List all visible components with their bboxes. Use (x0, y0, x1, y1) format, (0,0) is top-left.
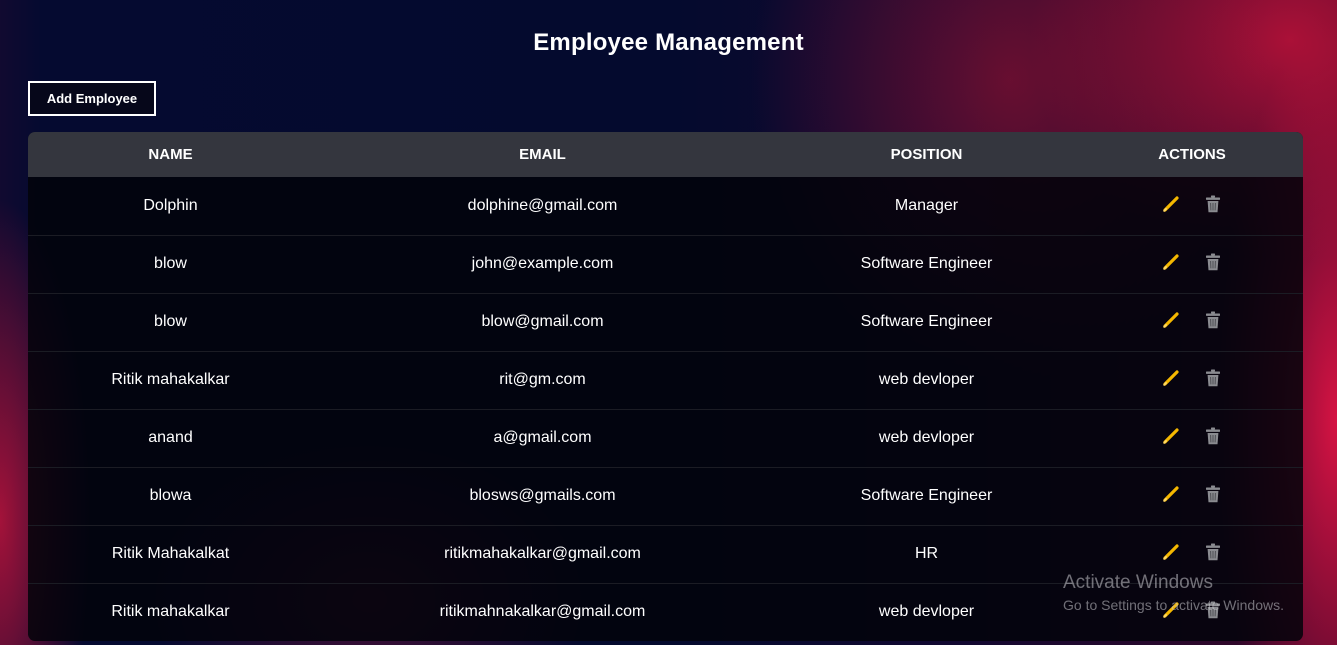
trash-icon[interactable] (1203, 252, 1223, 272)
table-header-row: NAME EMAIL POSITION ACTIONS (28, 132, 1303, 177)
pencil-icon[interactable] (1161, 252, 1181, 272)
table-header: NAME EMAIL POSITION ACTIONS (28, 132, 1303, 177)
cell-actions (1081, 293, 1303, 351)
pencil-icon[interactable] (1161, 310, 1181, 330)
table-body: Dolphin dolphine@gmail.com Manager blow john… (28, 177, 1303, 641)
table-row: blow blow@gmail.com Software Engineer (28, 293, 1303, 351)
cell-name: Ritik Mahakalkat (111, 545, 230, 562)
trash-icon[interactable] (1203, 426, 1223, 446)
pencil-icon[interactable] (1161, 484, 1181, 504)
row-actions (1161, 426, 1223, 446)
cell-position: Software Engineer (860, 487, 993, 504)
cell-actions (1081, 177, 1303, 235)
table-row: blowa blosws@gmails.com Software Engineer (28, 467, 1303, 525)
column-header-email: EMAIL (519, 146, 566, 163)
pencil-icon[interactable] (1161, 426, 1181, 446)
row-actions (1161, 194, 1223, 214)
cell-position: Software Engineer (860, 255, 993, 272)
table-row: Dolphin dolphine@gmail.com Manager (28, 177, 1303, 235)
cell-name: anand (148, 429, 193, 446)
cell-position: Manager (894, 196, 959, 214)
column-header-position: POSITION (890, 146, 963, 163)
employee-table: NAME EMAIL POSITION ACTIONS Dolphin dolph… (28, 132, 1303, 641)
trash-icon[interactable] (1203, 542, 1223, 562)
cell-position: Software Engineer (860, 313, 993, 330)
cell-position: web devloper (878, 429, 975, 446)
table-row: blow john@example.com Software Engineer (28, 235, 1303, 293)
row-actions (1161, 542, 1223, 562)
cell-name: blow (154, 313, 187, 330)
add-employee-button[interactable]: Add Employee (28, 81, 156, 116)
cell-name: Ritik mahakalkar (111, 371, 230, 388)
cell-position: web devloper (878, 603, 975, 620)
cell-position: HR (914, 545, 939, 562)
cell-email: ritikmahnakalkar@gmail.com (439, 603, 646, 620)
cell-email: blosws@gmails.com (469, 487, 616, 504)
cell-email: dolphine@gmail.com (467, 196, 618, 214)
row-actions (1161, 368, 1223, 388)
row-actions (1161, 600, 1223, 620)
trash-icon[interactable] (1203, 484, 1223, 504)
pencil-icon[interactable] (1161, 368, 1181, 388)
pencil-icon[interactable] (1161, 542, 1181, 562)
table-row: Ritik Mahakalkat ritikmahakalkar@gmail.co… (28, 525, 1303, 583)
cell-email: ritikmahakalkar@gmail.com (444, 545, 641, 562)
cell-email: rit@gm.com (499, 371, 586, 388)
cell-email: john@example.com (471, 255, 614, 272)
table-row: Ritik mahakalkar ritikmahnakalkar@gmail.c… (28, 583, 1303, 641)
cell-name: Ritik mahakalkar (111, 603, 230, 620)
trash-icon[interactable] (1203, 310, 1223, 330)
cell-name: Dolphin (143, 196, 198, 214)
cell-actions (1081, 409, 1303, 467)
column-header-actions: ACTIONS (1158, 146, 1226, 163)
cell-email: a@gmail.com (493, 429, 592, 446)
employee-table-container: NAME EMAIL POSITION ACTIONS Dolphin dolph… (28, 132, 1303, 641)
trash-icon[interactable] (1203, 600, 1223, 620)
row-actions (1161, 310, 1223, 330)
cell-actions (1081, 583, 1303, 641)
trash-icon[interactable] (1203, 368, 1223, 388)
cell-position: web devloper (878, 371, 975, 388)
row-actions (1161, 252, 1223, 272)
cell-name: blowa (149, 487, 192, 504)
table-row: Ritik mahakalkar rit@gm.com web devloper (28, 351, 1303, 409)
cell-actions (1081, 351, 1303, 409)
cell-actions (1081, 525, 1303, 583)
cell-name: blow (154, 255, 187, 272)
cell-email: blow@gmail.com (481, 313, 604, 330)
table-row: anand a@gmail.com web devloper (28, 409, 1303, 467)
pencil-icon[interactable] (1161, 194, 1181, 214)
page-title: Employee Management (533, 29, 804, 56)
cell-actions (1081, 235, 1303, 293)
row-actions (1161, 484, 1223, 504)
cell-actions (1081, 467, 1303, 525)
column-header-name: NAME (148, 146, 193, 163)
pencil-icon[interactable] (1161, 600, 1181, 620)
trash-icon[interactable] (1203, 194, 1223, 214)
